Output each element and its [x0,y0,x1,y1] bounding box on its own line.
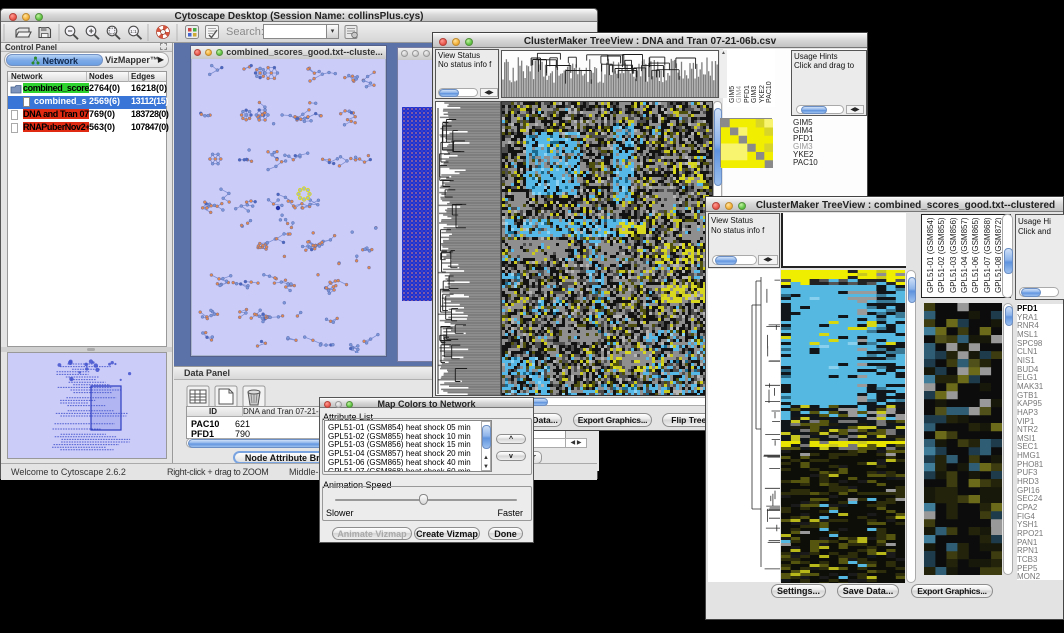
svg-text:1:1: 1:1 [130,29,137,34]
